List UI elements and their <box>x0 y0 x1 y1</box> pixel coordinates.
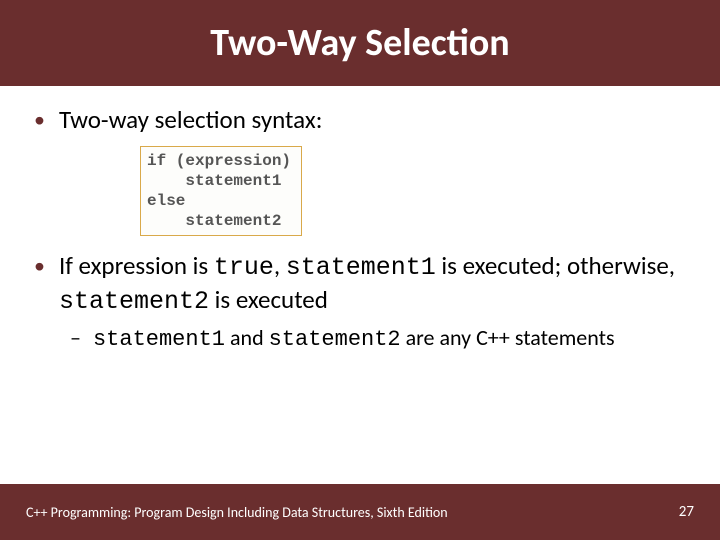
code-box-container: if (expression) statement1 else statemen… <box>140 146 690 236</box>
bullet-dash-icon: – <box>70 324 81 352</box>
code-snippet: if (expression) statement1 else statemen… <box>147 151 291 231</box>
text-fragment: If expression is <box>59 250 214 281</box>
code-line: if (expression) <box>147 152 291 170</box>
bullet-dot-icon: • <box>34 250 45 282</box>
text-fragment: is executed <box>209 284 328 315</box>
bullet-text: Two-way selection syntax: <box>59 104 322 136</box>
code-line: else <box>147 192 185 210</box>
code-inline: statement2 <box>59 287 209 316</box>
code-line: statement2 <box>147 212 281 230</box>
text-fragment: is executed; otherwise, <box>436 250 675 281</box>
text-fragment: are any C++ statements <box>401 324 615 351</box>
code-inline: true <box>214 253 274 282</box>
sub-bullet-item: – statement1 and statement2 are any C++ … <box>70 324 690 354</box>
page-number: 27 <box>679 503 694 521</box>
footer-book-title: C++ Programming: Program Design Includin… <box>26 504 448 521</box>
bullet-dot-icon: • <box>34 104 45 136</box>
bullet-item: • If expression is true, statement1 is e… <box>30 250 690 318</box>
bullet-item: • Two-way selection syntax: <box>30 104 690 136</box>
code-line: statement1 <box>147 172 281 190</box>
bullet-text: If expression is true, statement1 is exe… <box>59 250 690 318</box>
slide-content: • Two-way selection syntax: if (expressi… <box>0 86 720 540</box>
code-box: if (expression) statement1 else statemen… <box>140 146 302 236</box>
slide: Two-Way Selection • Two-way selection sy… <box>0 0 720 540</box>
footer-bar: C++ Programming: Program Design Includin… <box>0 484 720 540</box>
code-inline: statement1 <box>93 327 225 352</box>
text-fragment: and <box>225 324 269 351</box>
title-bar: Two-Way Selection <box>0 0 720 86</box>
slide-title: Two-Way Selection <box>210 20 509 66</box>
code-inline: statement1 <box>286 253 436 282</box>
code-inline: statement2 <box>269 327 401 352</box>
text-fragment: , <box>274 250 286 281</box>
sub-bullet-text: statement1 and statement2 are any C++ st… <box>93 324 615 354</box>
